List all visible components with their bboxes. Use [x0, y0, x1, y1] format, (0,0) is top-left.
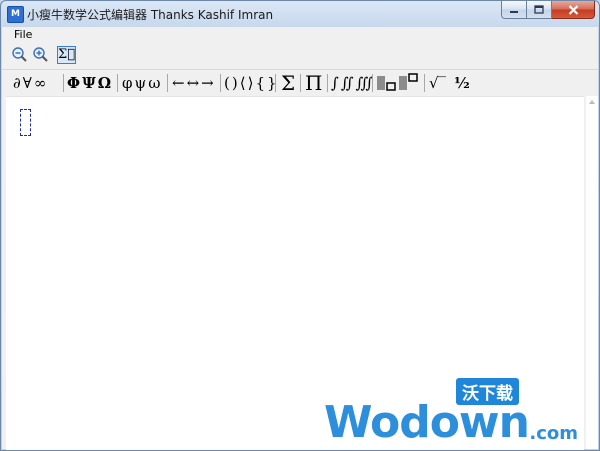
symbol-angle-left[interactable]: ⟨	[239, 72, 247, 94]
watermark-suffix-text: .com	[529, 423, 578, 444]
toolbar-separator	[275, 74, 276, 92]
watermark-main-text: Wodown	[324, 397, 530, 448]
symbol-half[interactable]: ½	[453, 72, 471, 94]
symbol-omega-upper[interactable]: Ω	[97, 72, 112, 94]
caption-buttons	[501, 1, 595, 20]
symbol-group-radicals: √‾ ½	[428, 70, 471, 96]
symbol-brace-left[interactable]: {	[254, 72, 266, 94]
menu-bar: File	[2, 27, 598, 43]
zoom-in-icon	[33, 47, 48, 62]
scroll-up-icon[interactable]	[589, 100, 595, 104]
toolbar-separator	[167, 74, 168, 92]
symbol-group-greek-upper: Φ Ψ Ω	[66, 70, 112, 96]
symbol-partial[interactable]: ∂	[12, 72, 22, 94]
watermark-logo: 沃下载 Wodown .com	[324, 378, 578, 448]
symbol-arrow-left[interactable]: ←	[171, 72, 186, 94]
symbol-arrow-right[interactable]: →	[200, 72, 215, 94]
toolbar-separator	[300, 74, 301, 92]
symbol-phi-lower[interactable]: φ	[121, 72, 134, 94]
zoom-out-icon	[12, 47, 27, 62]
symbol-group-greek-lower: φ ψ ω	[121, 70, 162, 96]
symbol-product[interactable]: Π	[304, 72, 323, 94]
maximize-icon	[534, 5, 544, 14]
close-icon	[568, 4, 578, 15]
formula-editor[interactable]: 沃下载 Wodown .com	[6, 96, 584, 450]
symbol-integral[interactable]: ∫	[330, 72, 340, 94]
title-bar[interactable]: M 小瘦牛数学公式编辑器 Thanks Kashif Imran	[1, 1, 599, 27]
symbol-angle-right[interactable]: ⟩	[247, 72, 255, 94]
symbol-group-scripts	[376, 70, 420, 96]
symbol-group-calculus: ∂ ∀ ∞	[12, 70, 47, 96]
symbol-phi-upper[interactable]: Φ	[66, 72, 81, 94]
toolbar-separator	[327, 74, 328, 92]
toolbar-separator	[372, 74, 373, 92]
toolbar-separator	[117, 74, 118, 92]
symbol-toolbar: ∂ ∀ ∞ Φ Ψ Ω φ ψ ω ← ↔ → () ⟨ ⟩ {} Σ Π …	[2, 70, 598, 96]
symbol-sum[interactable]: Σ	[280, 72, 296, 94]
symbol-psi-upper[interactable]: Ψ	[81, 72, 97, 94]
symbol-paren-right[interactable]: )	[231, 72, 239, 94]
minimize-button[interactable]	[501, 1, 527, 19]
subscript-template-icon[interactable]	[376, 72, 398, 94]
symbol-arrow-both[interactable]: ↔	[186, 72, 201, 94]
superscript-template-icon[interactable]	[398, 72, 420, 94]
symbol-forall[interactable]: ∀	[22, 72, 33, 94]
zoom-toolbar: Σ⃞	[2, 43, 598, 70]
symbol-group-arrows: ← ↔ →	[171, 70, 215, 96]
window-title: 小瘦牛数学公式编辑器 Thanks Kashif Imran	[27, 8, 274, 22]
symbol-infinity[interactable]: ∞	[33, 72, 48, 94]
symbol-double-integral[interactable]: ∬	[340, 72, 355, 94]
formula-mode-button[interactable]: Σ⃞	[57, 46, 76, 64]
symbol-omega-lower[interactable]: ω	[147, 72, 161, 94]
symbol-group-brackets: ( ) ⟨ ⟩ { }	[223, 70, 278, 96]
toolbar-separator	[220, 74, 221, 92]
symbol-group-integrals: ∫ ∬ ∭	[330, 70, 374, 96]
app-window: M 小瘦牛数学公式编辑器 Thanks Kashif Imran File Σ⃞…	[0, 0, 600, 451]
client-area: Σ⃞ ∂ ∀ ∞ Φ Ψ Ω φ ψ ω ← ↔ → () ⟨ ⟩ {} Σ…	[2, 43, 598, 450]
close-button[interactable]	[552, 1, 595, 19]
vertical-scrollbar[interactable]	[586, 96, 598, 449]
symbol-group-sum: Σ	[280, 70, 296, 96]
input-placeholder-box[interactable]	[20, 109, 31, 136]
menu-file[interactable]: File	[14, 28, 32, 41]
toolbar-separator	[63, 74, 64, 92]
app-icon[interactable]: M	[7, 6, 24, 23]
zoom-out-button[interactable]	[11, 46, 29, 64]
maximize-button[interactable]	[527, 1, 552, 19]
symbol-group-product: Π	[304, 70, 323, 96]
symbol-sqrt[interactable]: √‾	[428, 72, 447, 94]
symbol-psi-lower[interactable]: ψ	[134, 72, 148, 94]
toolbar-separator	[424, 74, 425, 92]
zoom-in-button[interactable]	[32, 46, 50, 64]
minimize-icon	[510, 10, 518, 13]
symbol-paren-left[interactable]: (	[223, 72, 231, 94]
